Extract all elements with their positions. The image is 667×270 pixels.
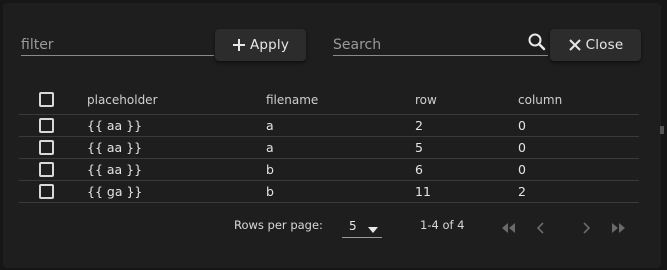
table-header-row: placeholder filename row column	[19, 85, 639, 115]
rows-per-page-value: 5	[349, 219, 357, 233]
page-range-label: 1-4 of 4	[420, 218, 465, 232]
first-page-icon[interactable]	[499, 220, 517, 239]
cell-placeholder: {{ aa }}	[87, 162, 143, 177]
cell-row: 2	[415, 118, 423, 133]
plus-icon	[232, 38, 246, 52]
cell-column: 0	[518, 118, 526, 133]
row-checkbox[interactable]	[39, 162, 54, 177]
chevron-left-icon[interactable]	[535, 220, 547, 239]
row-checkbox[interactable]	[39, 184, 54, 199]
column-header-column[interactable]: column	[518, 85, 562, 114]
close-icon	[568, 38, 582, 52]
filter-input[interactable]	[21, 30, 214, 55]
cell-row: 5	[415, 140, 423, 155]
table-row[interactable]: {{ aa }} a 2 0	[19, 115, 639, 137]
chevron-right-icon[interactable]	[580, 220, 592, 239]
apply-button-label: Apply	[249, 37, 290, 53]
table-row[interactable]: {{ aa }} b 6 0	[19, 159, 639, 181]
row-checkbox[interactable]	[39, 118, 54, 133]
cell-filename: a	[266, 140, 274, 155]
caret-down-icon	[368, 222, 378, 236]
cell-placeholder: {{ aa }}	[87, 140, 143, 155]
row-checkbox[interactable]	[39, 140, 54, 155]
apply-button[interactable]: Apply	[215, 29, 306, 61]
cell-filename: b	[266, 162, 274, 177]
cell-placeholder: {{ ga }}	[87, 184, 143, 199]
cell-column: 0	[518, 140, 526, 155]
last-page-icon[interactable]	[610, 220, 628, 239]
cell-column: 0	[518, 162, 526, 177]
select-all-checkbox[interactable]	[39, 92, 54, 107]
close-button[interactable]: Close	[550, 29, 641, 61]
edge-handle	[660, 126, 664, 134]
cell-row: 11	[415, 184, 431, 199]
rows-per-page-label: Rows per page:	[234, 218, 323, 232]
filter-field[interactable]	[21, 30, 214, 56]
search-icon[interactable]	[526, 31, 548, 57]
column-header-placeholder[interactable]: placeholder	[87, 85, 158, 114]
close-button-label: Close	[585, 37, 624, 53]
cell-filename: b	[266, 184, 274, 199]
cell-row: 6	[415, 162, 423, 177]
cell-placeholder: {{ aa }}	[87, 118, 143, 133]
search-field[interactable]	[333, 30, 548, 56]
search-input[interactable]	[333, 30, 518, 55]
cell-column: 2	[518, 184, 526, 199]
table-row[interactable]: {{ ga }} b 11 2	[19, 181, 639, 203]
cell-filename: a	[266, 118, 274, 133]
column-header-filename[interactable]: filename	[266, 85, 318, 114]
column-header-row[interactable]: row	[415, 85, 437, 114]
rows-per-page-select[interactable]: 5	[342, 214, 382, 238]
table-row[interactable]: {{ aa }} a 5 0	[19, 137, 639, 159]
